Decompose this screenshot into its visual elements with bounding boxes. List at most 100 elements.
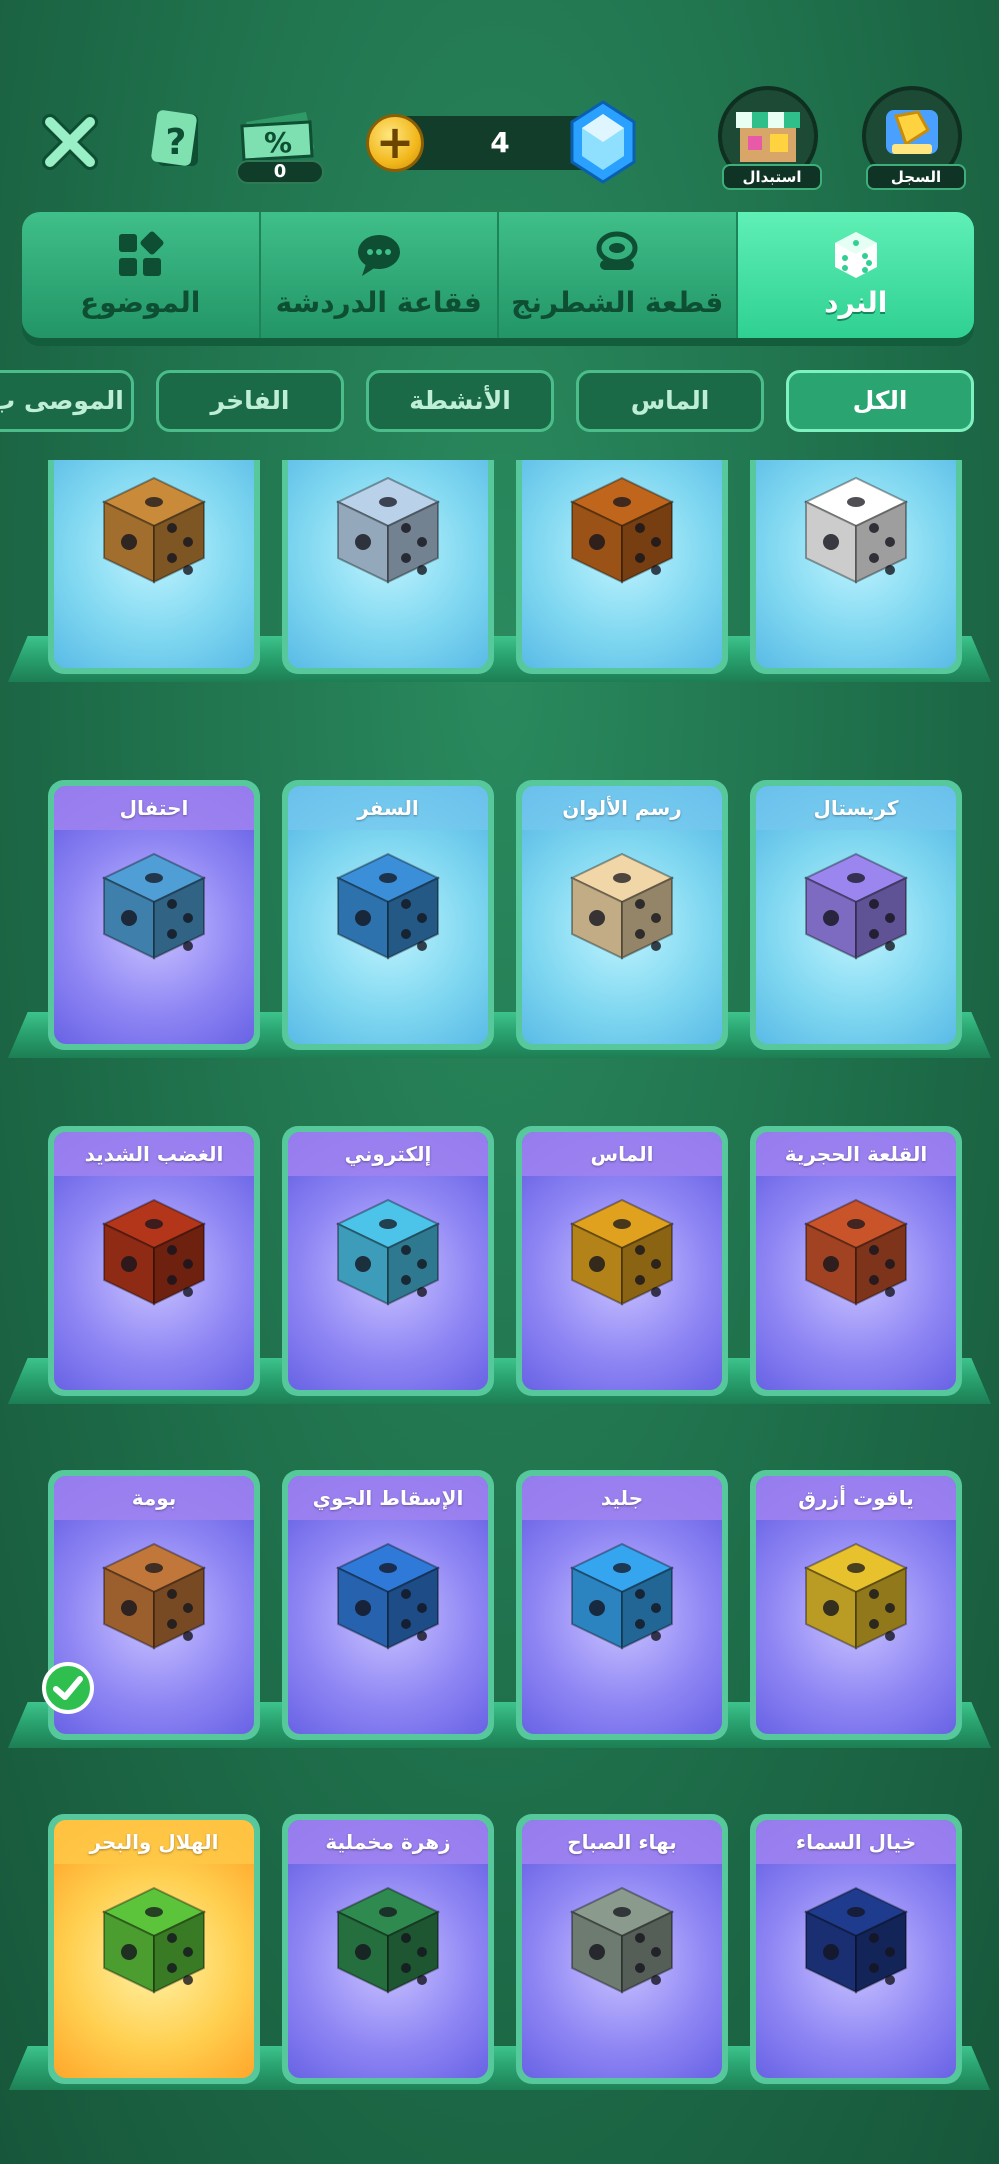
tab-theme[interactable]: الموضوع	[22, 212, 259, 338]
tab-chat-bubble[interactable]: فقاعة الدردشة	[258, 212, 498, 338]
dice-icon	[335, 852, 441, 960]
dice-card-title: احتفال	[54, 786, 254, 830]
dice-icon	[803, 476, 909, 584]
dice-card[interactable]: ياقوت أزرق	[750, 1470, 962, 1740]
dice-card-title: الإسقاط الجوي	[288, 1476, 488, 1520]
dice-card[interactable]: بومة	[42, 1470, 260, 1740]
dice-card-body: القلعة الحجرية	[756, 1132, 956, 1390]
dice-card-title: السفر	[288, 786, 488, 830]
dice-card-body: الغضب الشديد	[54, 1132, 254, 1390]
selected-check-icon	[42, 1662, 94, 1714]
tab-chess-piece[interactable]: قطعة الشطرنج	[497, 212, 736, 338]
dice-card[interactable]: خيال السماء	[750, 1814, 962, 2084]
dice-card[interactable]: الماس	[516, 1126, 728, 1396]
close-icon	[42, 114, 98, 170]
dice-card-title: الماس	[522, 1132, 722, 1176]
filter-recommended[interactable]: الموصى ب	[0, 370, 134, 432]
dice-card-body: الصندوق الخشبي	[522, 460, 722, 668]
theme-grid-icon	[119, 231, 164, 276]
tab-dice[interactable]: النرد	[735, 212, 974, 338]
dice-card-title: الغضب الشديد	[54, 1132, 254, 1176]
log-button[interactable]: السجل	[862, 86, 966, 190]
filter-activities[interactable]: الأنشطة	[366, 370, 554, 432]
gem-count: 4	[490, 126, 510, 159]
discount-count: 0	[236, 160, 324, 184]
dice-icon	[335, 1542, 441, 1650]
percent-ticket-icon: %	[240, 112, 314, 162]
dice-card[interactable]: الإسقاط الجوي	[282, 1470, 494, 1740]
dice-card[interactable]: إلكتروني	[282, 1126, 494, 1396]
dice-icon	[335, 1886, 441, 1994]
filter-bar: الموصى ب الفاخر الأنشطة الماس الكل	[0, 370, 999, 434]
close-button[interactable]	[38, 110, 102, 174]
dice-card[interactable]: بهاء الصباح	[516, 1814, 728, 2084]
dice-card[interactable]: الفضة	[282, 460, 494, 674]
help-button[interactable]: ?	[148, 110, 206, 172]
dice-icon	[803, 852, 909, 960]
help-card-icon: ?	[151, 110, 198, 166]
dice-icon	[569, 476, 675, 584]
dice-card-body: الهلال والبحر	[54, 1820, 254, 2078]
dice-icon	[834, 232, 877, 278]
dice-card[interactable]: جليد	[516, 1470, 728, 1740]
dice-card[interactable]: احتفال	[48, 780, 260, 1050]
dice-card[interactable]: زهرة مخملية	[282, 1814, 494, 2084]
dice-card-body: الكلاسيكي	[756, 460, 956, 668]
dice-card[interactable]: الهلال والبحر	[48, 1814, 260, 2084]
dice-card-body: بهاء الصباح	[522, 1820, 722, 2078]
tab-label: النرد	[824, 286, 888, 319]
dice-card[interactable]: الغضب الشديد	[48, 1126, 260, 1396]
svg-text:%: %	[264, 126, 292, 159]
dice-card[interactable]: رسم الألوان	[516, 780, 728, 1050]
tab-label: فقاعة الدردشة	[275, 286, 482, 319]
exchange-shop-button[interactable]: استبدال	[718, 86, 822, 190]
dice-card[interactable]: قوة الأرض	[48, 460, 260, 674]
filter-all[interactable]: الكل	[786, 370, 974, 432]
chat-bubble-icon	[357, 235, 400, 276]
log-label: السجل	[866, 164, 966, 190]
dice-icon	[569, 852, 675, 960]
dice-icon	[335, 1198, 441, 1306]
dice-card-body: إلكتروني	[288, 1132, 488, 1390]
dice-card-body: جليد	[522, 1476, 722, 1734]
dice-icon	[803, 1542, 909, 1650]
dice-card[interactable]: السفر	[282, 780, 494, 1050]
dice-icon	[335, 476, 441, 584]
dice-card-body: الفضة	[288, 460, 488, 668]
dice-icon	[101, 476, 207, 584]
top-bar: ? % 0 + 4 استبدال السجل	[0, 0, 999, 210]
dice-card-body: احتفال	[54, 786, 254, 1044]
chess-piece-icon	[596, 231, 638, 270]
dice-card-body: زهرة مخملية	[288, 1820, 488, 2078]
dice-card-body: رسم الألوان	[522, 786, 722, 1044]
dice-card-title: بومة	[54, 1476, 254, 1520]
dice-card-title: رسم الألوان	[522, 786, 722, 830]
dice-card[interactable]: كريستال	[750, 780, 962, 1050]
dice-card-title: بهاء الصباح	[522, 1820, 722, 1864]
dice-card[interactable]: الكلاسيكي	[750, 460, 962, 674]
dice-card-title: إلكتروني	[288, 1132, 488, 1176]
dice-card-title: خيال السماء	[756, 1820, 956, 1864]
dice-card-body: السفر	[288, 786, 488, 1044]
dice-card-title: زهرة مخملية	[288, 1820, 488, 1864]
add-gems-button[interactable]: +	[366, 114, 424, 172]
gem-balance: + 4	[366, 100, 636, 184]
dice-card-body: كريستال	[756, 786, 956, 1044]
dice-icon	[803, 1886, 909, 1994]
dice-icon	[569, 1198, 675, 1306]
dice-icon	[101, 1886, 207, 1994]
dice-card-title: كريستال	[756, 786, 956, 830]
filter-luxury[interactable]: الفاخر	[156, 370, 344, 432]
dice-card-title: الهلال والبحر	[54, 1820, 254, 1864]
dice-card[interactable]: القلعة الحجرية	[750, 1126, 962, 1396]
tab-label: قطعة الشطرنج	[511, 286, 724, 319]
filter-diamond[interactable]: الماس	[576, 370, 764, 432]
dice-icon	[101, 1542, 207, 1650]
exchange-label: استبدال	[722, 164, 822, 190]
dice-card-title: القلعة الحجرية	[756, 1132, 956, 1176]
dice-card-body: ياقوت أزرق	[756, 1476, 956, 1734]
dice-card[interactable]: الصندوق الخشبي	[516, 460, 728, 674]
discount-ticket-button[interactable]: % 0	[236, 108, 324, 184]
svg-text:?: ?	[166, 122, 187, 163]
dice-icon	[569, 1542, 675, 1650]
